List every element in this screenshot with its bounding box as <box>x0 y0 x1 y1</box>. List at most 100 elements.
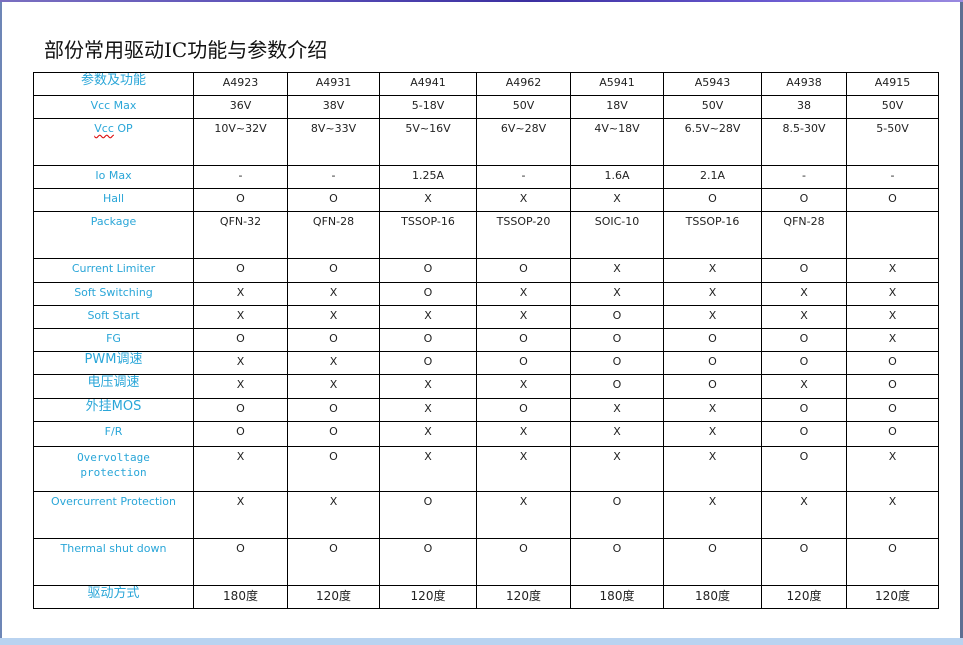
value-text: - <box>890 169 895 182</box>
value-text: X <box>613 286 621 299</box>
value-text: X <box>519 309 528 322</box>
column-header-text: A4941 <box>410 76 446 89</box>
row-label-line1: Overvoltage <box>77 451 150 464</box>
value-cell: O <box>570 328 664 352</box>
value-cell: X <box>663 421 762 447</box>
value-cell: 8V~33V <box>287 118 380 166</box>
value-cell: X <box>193 491 288 539</box>
value-cell: O <box>761 446 847 492</box>
value-text: X <box>424 192 432 205</box>
value-text: O <box>708 542 717 555</box>
value-text: X <box>888 332 897 345</box>
value-text: O <box>612 542 622 555</box>
value-text: X <box>613 192 621 205</box>
table-row-overvoltage-protection: Overvoltage protection X O X X X X O X <box>33 446 939 492</box>
value-cell: X <box>476 446 571 492</box>
row-label-cell: FG <box>33 328 194 352</box>
column-header: A5943 <box>663 72 762 96</box>
value-text: X <box>613 425 621 438</box>
row-label: Vcc OP <box>94 122 133 135</box>
value-cell: X <box>846 328 939 352</box>
table-row-f-r: F/R O O X X X X O O <box>33 421 939 447</box>
value-cell: 6.5V~28V <box>663 118 762 166</box>
row-label-cell: Overcurrent Protection <box>33 491 194 539</box>
value-cell: 50V <box>663 95 762 119</box>
value-cell: O <box>761 398 847 422</box>
value-text: O <box>799 402 809 415</box>
value-cell: O <box>846 188 939 212</box>
value-text: O <box>236 192 245 205</box>
column-header-text: A4931 <box>315 76 352 89</box>
value-cell: QFN-28 <box>761 211 847 259</box>
value-text: TSSOP-20 <box>496 215 551 228</box>
value-text: O <box>888 542 897 555</box>
table-row-voltage-speed: 电压调速 X X X X O O X O <box>33 374 939 399</box>
value-cell: X <box>379 398 477 422</box>
value-cell: X <box>761 374 847 399</box>
value-text: O <box>423 332 433 345</box>
value-text: O <box>612 355 622 368</box>
value-text: X <box>800 378 808 391</box>
value-cell: 18V <box>570 95 664 119</box>
value-cell: X <box>379 374 477 399</box>
value-cell: O <box>761 421 847 447</box>
value-cell: X <box>476 491 571 539</box>
value-cell: O <box>761 328 847 352</box>
value-text: O <box>329 262 338 275</box>
value-text: O <box>708 332 717 345</box>
value-text: O <box>329 192 338 205</box>
table-row-pwm-speed: PWM调速 X X O O O O O O <box>33 351 939 375</box>
value-text: X <box>329 309 338 322</box>
value-cell: O <box>663 374 762 399</box>
value-text: 50V <box>701 99 724 112</box>
row-label: 外挂MOS <box>85 399 142 414</box>
row-label: Io Max <box>95 169 132 182</box>
corner-label-cell: 参数及功能 <box>33 72 194 96</box>
value-cell: O <box>570 305 664 329</box>
value-cell: O <box>476 258 571 283</box>
header-row: 参数及功能 A4923 A4931 A4941 A4962 A5941 A594… <box>33 72 939 96</box>
value-text: O <box>799 332 809 345</box>
value-cell: X <box>476 188 571 212</box>
value-cell: TSSOP-16 <box>379 211 477 259</box>
value-cell: X <box>379 305 477 329</box>
table-row-current-limiter: Current Limiter O O O O X X O X <box>33 258 939 283</box>
value-text: X <box>236 378 245 391</box>
value-text: X <box>708 425 717 438</box>
row-label: Soft Start <box>87 309 140 322</box>
value-text: 18V <box>606 99 628 112</box>
row-label: 驱动方式 <box>87 586 140 601</box>
row-label: Thermal shut down <box>60 542 167 555</box>
value-text: X <box>519 378 528 391</box>
row-label: Hall <box>102 192 125 205</box>
value-text: O <box>799 542 809 555</box>
value-text: O <box>519 262 528 275</box>
value-cell: O <box>193 398 288 422</box>
value-text: O <box>423 355 433 368</box>
value-text: O <box>236 425 245 438</box>
value-text: X <box>708 402 717 415</box>
value-text: SOIC-10 <box>594 215 640 228</box>
value-cell: O <box>287 538 380 586</box>
value-text: 120度 <box>410 589 446 603</box>
value-text: O <box>708 192 717 205</box>
value-text: X <box>613 450 621 463</box>
value-text: X <box>424 309 432 322</box>
value-text: O <box>799 355 809 368</box>
row-label: Current Limiter <box>71 262 156 275</box>
value-cell: 36V <box>193 95 288 119</box>
value-text: O <box>612 332 622 345</box>
value-text: O <box>236 332 245 345</box>
value-text: X <box>888 450 897 463</box>
value-text: O <box>329 542 338 555</box>
value-text: 5V~16V <box>405 122 451 135</box>
value-text: 10V~32V <box>214 122 267 135</box>
spellcheck-underline: Vcc <box>94 122 114 135</box>
table-row-soft-start: Soft Start X X X X O X X X <box>33 305 939 329</box>
value-cell: X <box>663 258 762 283</box>
value-cell: 1.6A <box>570 165 664 189</box>
value-cell: X <box>846 305 939 329</box>
column-header: A4915 <box>846 72 939 96</box>
value-text: X <box>519 495 528 508</box>
row-label: Soft Switching <box>74 286 153 299</box>
